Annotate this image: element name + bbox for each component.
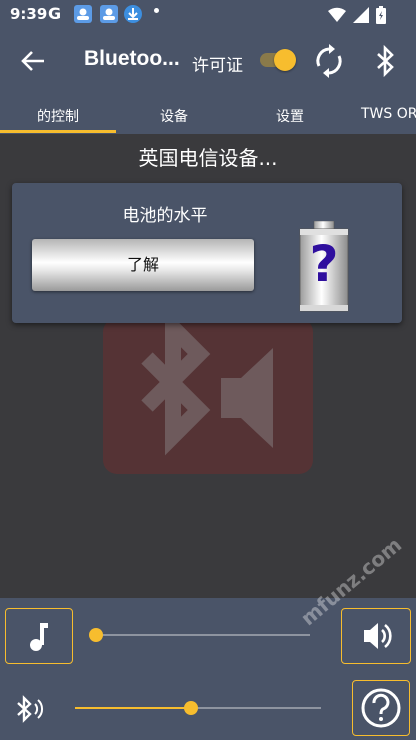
volume-button[interactable] [341,608,411,664]
battery-question-mark: ? [309,235,339,293]
permit-label: 许可证 [192,56,243,76]
status-g-icon: G [48,4,62,23]
bluetooth-icon [377,44,394,78]
app-notification-icon [100,5,118,23]
help-question-icon [361,688,401,728]
dot-icon [154,8,159,13]
device-title: 英国电信设备... [138,146,278,170]
slider-thumb[interactable] [89,628,103,642]
bluetooth-volume-slider[interactable] [75,700,321,716]
app-title: Bluetoo... [84,47,180,70]
wifi-icon [328,7,346,23]
status-bar: 9:39 G [0,0,416,30]
help-button[interactable] [352,680,410,736]
back-button[interactable] [18,46,48,76]
bluetooth-audio-icon [12,692,46,726]
arrow-left-icon [21,51,44,71]
battery-unknown-icon: ? [298,220,350,313]
tab-devices[interactable]: 设备 [160,106,188,126]
slider-track [96,634,310,636]
media-volume-slider[interactable] [89,627,310,643]
music-note-icon [30,623,48,651]
bluetooth-mute-watermark-icon [103,308,313,474]
battery-card: 电池的水平 了解 ? [12,183,402,323]
app-notification-icon [74,5,92,23]
battery-icon [376,6,386,24]
toggle-thumb [274,49,296,71]
sync-button[interactable] [312,44,346,78]
tab-bar: 的控制 设备 设置 TWS OR A [0,92,416,134]
signal-icon [353,7,369,23]
tab-indicator [0,130,116,133]
learn-button[interactable]: 了解 [32,239,254,291]
control-panel [0,598,416,740]
music-button[interactable] [5,608,73,664]
speaker-volume-icon [364,623,392,649]
toolbar: Bluetoo... 许可证 [0,30,416,92]
tab-settings[interactable]: 设置 [276,106,304,126]
download-icon [124,5,142,23]
permit-toggle[interactable] [258,48,298,72]
tab-tws[interactable]: TWS OR A [361,106,416,122]
status-time: 9:39 [10,5,48,23]
bluetooth-button[interactable] [370,44,400,78]
battery-level-title: 电池的水平 [122,206,208,226]
slider-thumb[interactable] [183,701,198,715]
status-icons [328,6,386,24]
tab-controls[interactable]: 的控制 [37,106,79,126]
slider-fill [75,707,191,709]
sync-icon [316,44,342,78]
